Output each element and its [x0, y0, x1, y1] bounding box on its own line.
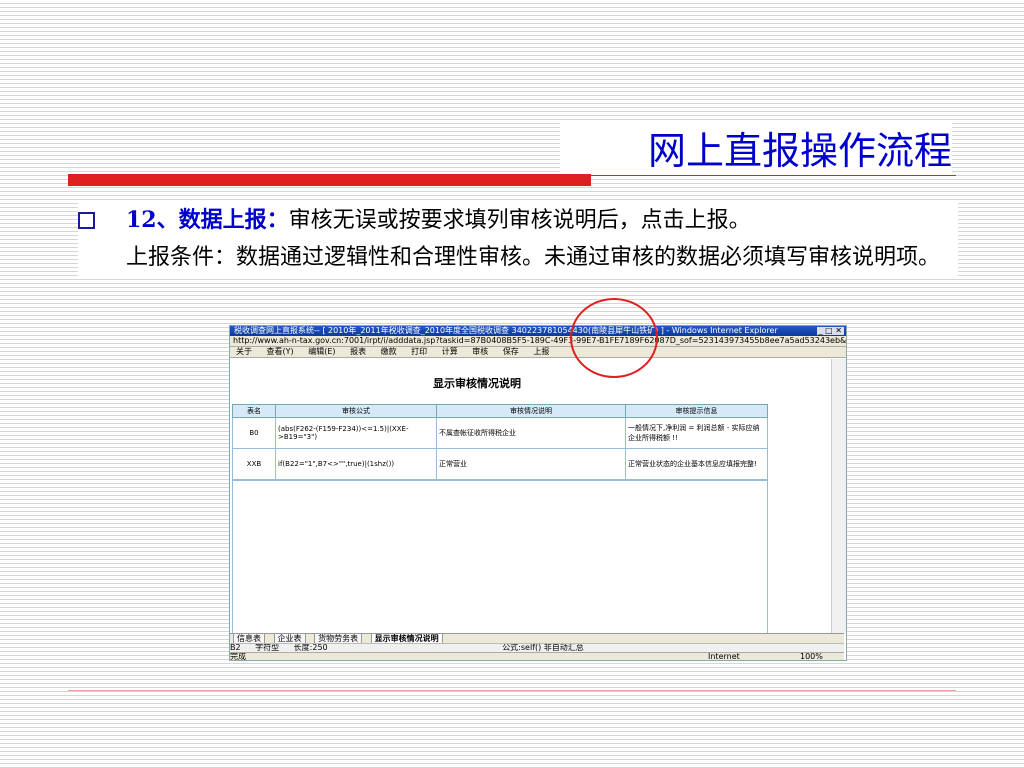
step-label: 12、数据上报： [126, 207, 289, 233]
menu-submit[interactable]: 上报 [533, 347, 549, 356]
status-zone: Internet [708, 652, 740, 661]
header-table: 表名 [232, 404, 276, 418]
menu-calc[interactable]: 计算 [442, 347, 458, 356]
cell-hint[interactable]: 一般情况下,净利润 = 利润总额 - 实际应纳企业所得税额 !! [625, 417, 768, 449]
menu-edit[interactable]: 编辑(E) [308, 347, 335, 356]
report-content: 显示审核情况说明 表名 审核公式 审核情况说明 审核提示信息 B0 (abs(F… [230, 359, 830, 660]
address-bar[interactable]: http://www.ah-n-tax.gov.cn:7001/irpt/i/a… [230, 336, 846, 347]
table-row: XXB if(B22="1",B7<>"",true)|(1shz()) 正常营… [232, 448, 768, 480]
vertical-scrollbar[interactable] [831, 359, 846, 633]
cell-explanation[interactable]: 不属查帐征收所得税企业 [436, 417, 626, 449]
menu-about[interactable]: 关于 [236, 347, 252, 356]
cell-formula[interactable]: if(B22="1",B7<>"",true)|(1shz()) [275, 448, 437, 480]
menu-payment[interactable]: 缴款 [381, 347, 397, 356]
header-hint: 审核提示信息 [625, 404, 768, 418]
square-bullet-icon [78, 212, 95, 229]
header-explanation: 审核情况说明 [436, 404, 626, 418]
window-title: 税收调查网上直报系统-- [ 2010年_2011年税收调查_2010年度全国税… [234, 326, 778, 335]
report-title: 显示审核情况说明 [433, 377, 521, 390]
slide-title: 网上直报操作流程 [560, 120, 952, 175]
table-row: B0 (abs(F262-(F159-F234))<=1.5)|(XXE->B1… [232, 417, 768, 449]
cell-formula[interactable]: (abs(F262-(F159-F234))<=1.5)|(XXE->B19="… [275, 417, 437, 449]
toolbar: 关于 查看(Y) 编辑(E) 报表 缴款 打印 计算 审核 保存 上报 [230, 347, 846, 358]
cell-ref: B2 [230, 643, 241, 652]
menu-report[interactable]: 报表 [350, 347, 366, 356]
cell-length: 长度:250 [293, 643, 328, 652]
sheet-tab-enterprise[interactable]: 企业表 [273, 634, 306, 643]
cell-type: 字符型 [255, 643, 280, 652]
cell-formula-info: 公式:self() 非自动汇总 [502, 643, 584, 652]
slide-body: 12、数据上报：审核无误或按要求填列审核说明后，点击上报。 上报条件：数据通过逻… [78, 202, 958, 276]
title-underline-line [68, 175, 956, 176]
status-bar: 完成 Internet 100% [230, 652, 844, 661]
sheet-tab-goods[interactable]: 货物劳务表 [314, 634, 363, 643]
sheet-tabs: 信息表 企业表 货物劳务表 显示审核情况说明 [230, 633, 844, 643]
browser-titlebar: 税收调查网上直报系统-- [ 2010年_2011年税收调查_2010年度全国税… [230, 326, 846, 336]
sheet-tab-info[interactable]: 信息表 [233, 634, 265, 643]
menu-audit[interactable]: 审核 [472, 347, 488, 356]
status-left: 完成 [230, 652, 246, 661]
step-text-1: 审核无误或按要求填列审核说明后，点击上报。 [288, 208, 751, 233]
status-zoom[interactable]: 100% [800, 653, 823, 660]
address-url: http://www.ah-n-tax.gov.cn:7001/irpt/i/a… [233, 336, 846, 345]
menu-save[interactable]: 保存 [503, 347, 519, 356]
highlight-circle [570, 298, 658, 378]
cell-explanation[interactable]: 正常营业 [436, 448, 626, 480]
formula-bar: B2 字符型 长度:250 公式:self() 非自动汇总 [230, 643, 844, 652]
step-text-2: 上报条件：数据通过逻辑性和合理性审核。未通过审核的数据必须填写审核说明项。 [126, 245, 941, 270]
header-formula: 审核公式 [275, 404, 437, 418]
embedded-screenshot: 税收调查网上直报系统-- [ 2010年_2011年税收调查_2010年度全国税… [229, 325, 847, 661]
audit-table: 表名 审核公式 审核情况说明 审核提示信息 B0 (abs(F262-(F159… [232, 404, 768, 480]
cell-table[interactable]: XXB [232, 448, 276, 480]
bottom-divider [68, 690, 956, 691]
cell-hint[interactable]: 正常营业状态的企业基本信息应填报完整! [625, 448, 768, 480]
bullet-text: 12、数据上报：审核无误或按要求填列审核说明后，点击上报。 上报条件：数据通过逻… [126, 202, 958, 276]
sheet-tab-audit[interactable]: 显示审核情况说明 [370, 634, 443, 643]
window-controls[interactable]: _ □ ✕ [816, 327, 844, 335]
cell-table[interactable]: B0 [232, 417, 276, 449]
menu-view[interactable]: 查看(Y) [267, 347, 294, 356]
menu-print[interactable]: 打印 [411, 347, 427, 356]
